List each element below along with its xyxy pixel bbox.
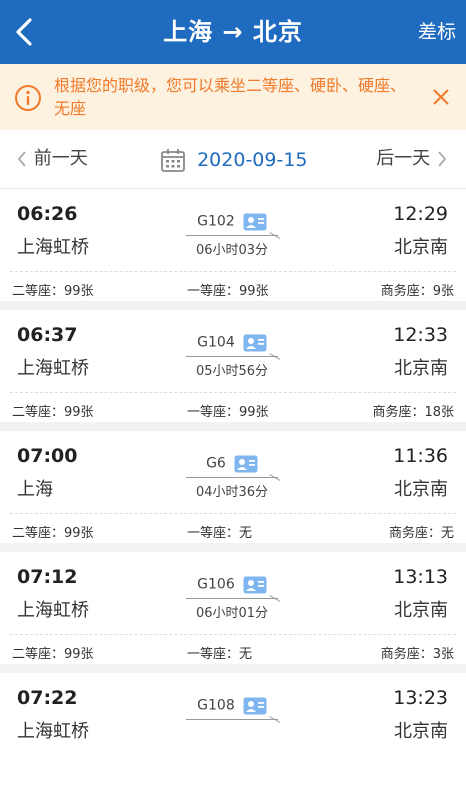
arrival-station: 北京南 <box>394 600 448 621</box>
train-info: G108 <box>186 695 278 723</box>
train-line: G102 <box>186 211 278 236</box>
chevron-left-icon <box>17 151 26 167</box>
business-class-seats: 商务座：无 <box>388 526 454 541</box>
id-card-icon <box>243 213 267 230</box>
departure-station: 上海虹桥 <box>17 721 89 742</box>
travel-standard-button[interactable]: 差标 <box>418 0 456 64</box>
departure-time: 06:37 <box>17 324 78 346</box>
top-bar: 上海 → 北京 差标 <box>0 0 466 64</box>
id-card-icon <box>243 697 267 714</box>
train-card[interactable]: 07:00 上海 G6 04小时36分 11:36 北京南 二等座：99张 一等… <box>0 431 466 543</box>
close-icon[interactable] <box>432 88 450 106</box>
train-info: G6 04小时36分 <box>186 453 278 500</box>
first-class-seats: 一等座：无 <box>187 526 253 541</box>
train-card[interactable]: 06:37 上海虹桥 G104 05小时56分 12:33 北京南 二等座：99… <box>0 310 466 422</box>
train-info: G106 06小时01分 <box>186 574 278 621</box>
divider <box>10 634 456 635</box>
second-class-seats: 二等座：99张 <box>12 405 94 420</box>
arrival-station: 北京南 <box>394 479 448 500</box>
info-circle-icon <box>15 85 41 111</box>
calendar-icon <box>161 148 185 172</box>
train-list: 06:26 上海虹桥 G102 06小时03分 12:29 北京南 二等座：99… <box>0 189 466 785</box>
divider <box>10 513 456 514</box>
business-class-seats: 商务座：18张 <box>372 405 454 420</box>
departure-station: 上海 <box>17 479 53 500</box>
second-class-seats: 二等座：99张 <box>12 284 94 299</box>
train-line: G6 <box>186 453 278 478</box>
train-card[interactable]: 06:26 上海虹桥 G102 06小时03分 12:29 北京南 二等座：99… <box>0 189 466 301</box>
prev-day-button[interactable]: 前一天 <box>16 130 88 188</box>
departure-station: 上海虹桥 <box>17 600 89 621</box>
departure-time: 07:12 <box>17 566 78 588</box>
notice-text: 根据您的职级，您可以乘坐二等座、硬卧、硬座、无座 <box>54 76 407 118</box>
business-class-seats: 商务座：3张 <box>380 647 454 662</box>
second-class-seats: 二等座：99张 <box>12 526 94 541</box>
travel-duration: 05小时56分 <box>195 364 269 379</box>
arrival-time: 12:33 <box>393 324 448 346</box>
train-code: G104 <box>197 334 235 351</box>
train-code: G102 <box>197 213 235 230</box>
arrival-time: 13:13 <box>393 566 448 588</box>
first-class-seats: 一等座：99张 <box>187 284 269 299</box>
train-code: G108 <box>197 697 235 714</box>
arrival-time: 13:23 <box>393 687 448 709</box>
train-line: G108 <box>186 695 278 720</box>
arrival-station: 北京南 <box>394 358 448 379</box>
travel-duration: 06小时03分 <box>195 243 269 258</box>
arrival-station: 北京南 <box>394 721 448 742</box>
arrival-time: 11:36 <box>393 445 448 467</box>
first-class-seats: 一等座：无 <box>187 647 253 662</box>
travel-duration: 06小时01分 <box>195 606 269 621</box>
selected-date: 2020-09-15 <box>197 148 308 171</box>
divider <box>10 271 456 272</box>
train-code: G106 <box>197 576 235 593</box>
second-class-seats: 二等座：99张 <box>12 647 94 662</box>
departure-time: 07:22 <box>17 687 78 709</box>
train-info: G102 06小时03分 <box>186 211 278 258</box>
travel-duration: 04小时36分 <box>195 485 269 500</box>
train-line: G106 <box>186 574 278 599</box>
next-day-button[interactable]: 后一天 <box>376 130 448 188</box>
departure-time: 07:00 <box>17 445 78 467</box>
id-card-icon <box>243 334 267 351</box>
train-card[interactable]: 07:12 上海虹桥 G106 06小时01分 13:13 北京南 二等座：99… <box>0 552 466 664</box>
policy-notice: 根据您的职级，您可以乘坐二等座、硬卧、硬座、无座 <box>0 64 466 130</box>
next-day-label: 后一天 <box>376 148 431 169</box>
train-code: G6 <box>206 455 226 472</box>
chevron-right-icon <box>438 151 447 167</box>
prev-day-label: 前一天 <box>33 148 88 169</box>
date-selector: 前一天 2020-09-15 后一天 <box>0 130 466 189</box>
page-title: 上海 → 北京 <box>163 18 303 46</box>
departure-station: 上海虹桥 <box>17 237 89 258</box>
train-info: G104 05小时56分 <box>186 332 278 379</box>
arrival-station: 北京南 <box>394 237 448 258</box>
id-card-icon <box>234 455 258 472</box>
divider <box>10 392 456 393</box>
arrival-time: 12:29 <box>393 203 448 225</box>
train-card[interactable]: 07:22 上海虹桥 G108 13:23 北京南 <box>0 673 466 785</box>
id-card-icon <box>243 576 267 593</box>
first-class-seats: 一等座：99张 <box>187 405 269 420</box>
business-class-seats: 商务座：9张 <box>380 284 454 299</box>
departure-time: 06:26 <box>17 203 78 225</box>
date-picker[interactable]: 2020-09-15 <box>160 130 308 188</box>
departure-station: 上海虹桥 <box>17 358 89 379</box>
train-line: G104 <box>186 332 278 357</box>
